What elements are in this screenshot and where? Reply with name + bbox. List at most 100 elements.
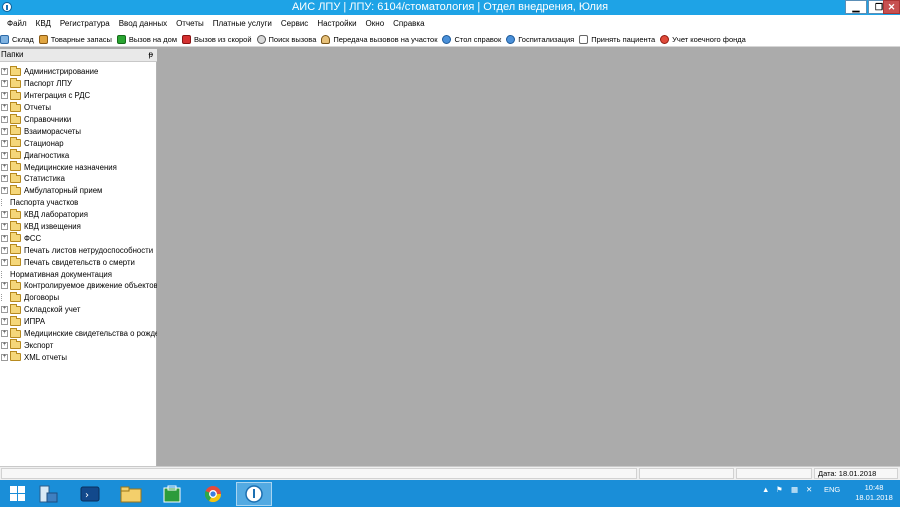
tree-item[interactable]: + Администрирование <box>0 66 157 78</box>
server-manager-taskbar-button[interactable] <box>30 482 66 506</box>
expand-icon[interactable]: + <box>1 127 8 135</box>
expand-icon[interactable]: + <box>1 151 8 159</box>
menu-file[interactable]: Файл <box>4 19 33 28</box>
tree-item[interactable]: + Складской учет <box>0 303 157 316</box>
toolbar-label: Стол справок <box>454 34 502 44</box>
tree-item-label: ФСС <box>24 233 42 243</box>
chrome-taskbar-button[interactable] <box>195 482 231 506</box>
expand-icon[interactable]: + <box>1 163 8 171</box>
tree-item[interactable]: + Медицинские свидетельства о рождении <box>0 327 157 340</box>
expand-icon[interactable]: + <box>1 223 8 231</box>
expand-icon[interactable]: + <box>1 234 8 242</box>
menu-service[interactable]: Сервис <box>278 19 314 28</box>
toolbar-info-desk-button[interactable]: Стол справок <box>442 34 502 44</box>
expand-icon[interactable]: + <box>1 282 8 290</box>
expand-icon[interactable]: + <box>1 258 8 266</box>
clock-date: 18.01.2018 <box>855 493 893 502</box>
tree-item[interactable]: + Печать свидетельств о смерти <box>0 256 157 268</box>
tree-item[interactable]: + Печать листов нетрудоспособности <box>0 244 157 256</box>
folder-icon <box>10 351 21 362</box>
tree-item[interactable]: + Экспорт <box>0 339 157 351</box>
toolbar-accept-patient-button[interactable]: Принять пациента <box>579 34 655 44</box>
tree-item[interactable]: + КВД лаборатория <box>0 208 157 221</box>
tree-item-label: Стационар <box>24 138 64 148</box>
menu-data-entry[interactable]: Ввод данных <box>116 19 173 28</box>
tree-item[interactable]: + Медицинские назначения <box>0 161 157 173</box>
tree-item[interactable]: + Справочники <box>0 113 157 126</box>
close-button[interactable]: ✕ <box>883 0 900 14</box>
tree-item[interactable]: + Контролируемое движение объектов <box>0 280 157 292</box>
toolbar-house-call-button[interactable]: Вызов на дом <box>116 34 177 44</box>
pin-icon[interactable]: ᵽ <box>149 50 153 59</box>
store-taskbar-button[interactable] <box>154 482 190 506</box>
expand-icon[interactable]: + <box>1 341 8 349</box>
minimize-button[interactable]: ▁ <box>845 0 867 14</box>
cart-icon <box>0 34 9 44</box>
menu-reports[interactable]: Отчеты <box>173 19 210 28</box>
flag-icon[interactable]: ⚑ <box>776 485 783 494</box>
tree-item[interactable]: + Диагностика <box>0 149 157 161</box>
tree-item[interactable]: + Взаиморасчеты <box>0 125 157 137</box>
file-explorer-taskbar-button[interactable] <box>113 482 149 506</box>
chrome-icon <box>204 486 222 503</box>
toolbar-transfer-calls-button[interactable]: Передача вызовов на участок <box>321 34 438 44</box>
folder-icon <box>10 137 21 148</box>
folder-icon <box>10 173 21 183</box>
toolbar-ambulance-call-button[interactable]: Вызов из скорой <box>182 34 252 44</box>
expand-icon[interactable]: + <box>1 353 8 361</box>
menu-window[interactable]: Окно <box>363 19 391 28</box>
expand-icon[interactable]: + <box>1 104 8 112</box>
expand-icon[interactable]: + <box>1 211 8 219</box>
toolbar-label: Вызов из скорой <box>194 34 252 44</box>
folder-icon <box>10 77 21 88</box>
expand-icon[interactable]: + <box>1 139 8 147</box>
powershell-taskbar-button[interactable]: › <box>72 482 108 506</box>
menu-registry[interactable]: Регистратура <box>57 19 116 28</box>
tree-item[interactable]: + КВД извещения <box>0 220 157 233</box>
language-indicator[interactable]: ENG <box>824 485 840 494</box>
tree-item[interactable]: + Стационар <box>0 137 157 149</box>
expand-icon[interactable]: + <box>1 80 8 88</box>
menu-settings[interactable]: Настройки <box>314 19 362 28</box>
expand-icon[interactable]: + <box>1 116 8 123</box>
tree-item[interactable]: Паспорта участков <box>0 197 157 209</box>
toolbar-bed-fund-button[interactable]: Учет коечного фонда <box>660 34 746 44</box>
menu-paid-services[interactable]: Платные услуги <box>210 19 278 28</box>
ambulance-icon <box>182 34 191 44</box>
tree-item[interactable]: Договоры <box>0 291 157 304</box>
toolbar-warehouse-button[interactable]: Склад <box>0 34 34 44</box>
folder-icon <box>10 244 21 255</box>
toolbar-label: Передача вызовов на участок <box>333 34 438 44</box>
tree-item[interactable]: + Интеграция с РДС <box>0 89 157 102</box>
expand-icon[interactable]: + <box>1 246 8 254</box>
toolbar-hospitalization-button[interactable]: Госпитализация <box>506 34 574 44</box>
menu-kvd[interactable]: КВД <box>33 19 57 28</box>
expand-icon[interactable]: + <box>1 68 8 76</box>
tree-item-label: КВД извещения <box>24 222 81 232</box>
menu-help[interactable]: Справка <box>390 19 430 28</box>
ais-lpu-taskbar-button[interactable] <box>236 482 272 506</box>
expand-icon[interactable]: + <box>1 187 8 195</box>
tree-item[interactable]: + Амбулаторный прием <box>0 184 157 197</box>
expand-icon[interactable]: + <box>1 330 8 338</box>
tree-item[interactable]: + Паспорт ЛПУ <box>0 77 157 90</box>
tree-item[interactable]: + Статистика <box>0 173 157 185</box>
volume-muted-icon[interactable]: ✕ <box>806 485 812 494</box>
clock[interactable]: 10:48 18.01.2018 <box>852 483 896 503</box>
expand-icon[interactable]: + <box>1 318 8 326</box>
folder-icon <box>10 101 21 112</box>
expand-icon[interactable]: + <box>1 306 8 314</box>
network-icon[interactable]: ▦ <box>791 485 798 494</box>
expand-icon[interactable]: + <box>1 175 8 183</box>
tree-item[interactable]: Нормативная документация <box>0 268 157 280</box>
tree-item[interactable]: + Отчеты <box>0 101 157 114</box>
tray-arrow-icon[interactable]: ▲ <box>762 485 769 494</box>
tree-item[interactable]: + ИПРА <box>0 315 157 328</box>
toolbar-search-call-button[interactable]: Поиск вызова <box>256 34 316 44</box>
tree-item[interactable]: + XML отчеты <box>0 351 157 363</box>
expand-icon[interactable]: + <box>1 92 8 100</box>
hospital-icon <box>506 34 516 44</box>
toolbar-stock-button[interactable]: Товарные запасы <box>38 34 112 44</box>
tree-item[interactable]: + ФСС <box>0 232 157 244</box>
folder-icon <box>10 280 21 290</box>
